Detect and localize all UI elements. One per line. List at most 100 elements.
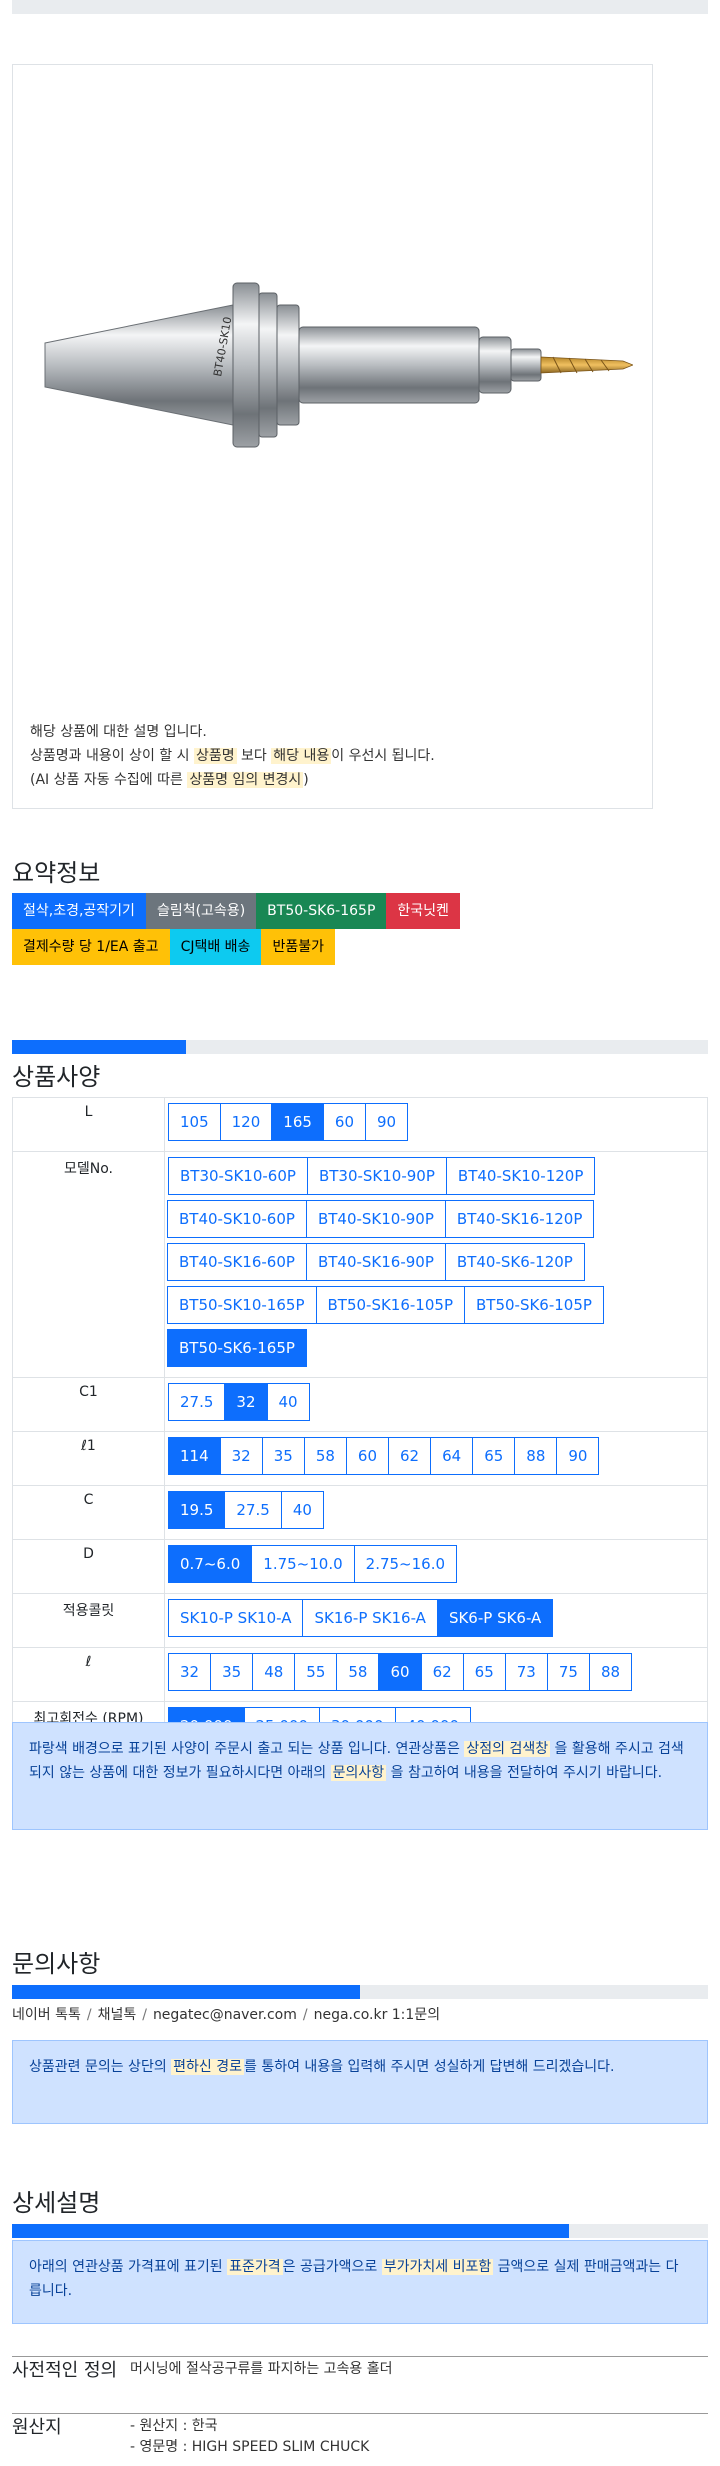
spec-option-button[interactable]: 40	[266, 1383, 310, 1421]
spec-option-group: 0.7~6.0 1.75~10.0 2.75~16.0	[168, 1545, 707, 1588]
spec-option-button[interactable]: 165	[271, 1103, 324, 1141]
spec-option-button[interactable]: 27.5	[168, 1383, 226, 1421]
spec-option-button[interactable]: 60	[322, 1103, 367, 1141]
spec-option-button[interactable]: 65	[472, 1437, 516, 1475]
spec-row-label: D	[12, 1539, 165, 1594]
spec-option-button[interactable]: 48	[252, 1653, 296, 1691]
spec-table: L 105 120 165 60 90 모델No. BT30-SK10-60P BT30-SK1…	[12, 1097, 708, 1756]
spec-option-button[interactable]: BT50-SK6-165P	[167, 1329, 307, 1367]
spec-option-button[interactable]: 19.5	[168, 1491, 226, 1529]
contact-channel-talk[interactable]: 채널톡	[98, 2007, 137, 2023]
spec-option-button[interactable]: 105	[168, 1103, 221, 1141]
origin-value: - 원산지 : 한국 - 영문명 : HIGH SPEED SLIM CHUCK	[130, 2418, 370, 2455]
detail-title: 상세설명	[12, 2189, 101, 2217]
spec-option-button[interactable]: 60	[345, 1437, 390, 1475]
spec-progress	[12, 1040, 708, 1054]
spec-row: D 0.7~6.0 1.75~10.0 2.75~16.0	[12, 1539, 708, 1594]
contact-site-inquiry[interactable]: nega.co.kr 1:1문의	[314, 2007, 440, 2023]
contact-naver-talk[interactable]: 네이버 톡톡	[12, 2007, 81, 2023]
badge-no-return: 반품불가	[261, 929, 335, 965]
spec-row: C1 27.5 32 40	[12, 1377, 708, 1432]
spec-option-button[interactable]: 40	[280, 1491, 324, 1529]
spec-option-group: 19.5 27.5 40	[168, 1491, 707, 1534]
spec-row: C 19.5 27.5 40	[12, 1485, 708, 1540]
spec-option-button[interactable]: BT40-SK16-90P	[305, 1243, 446, 1281]
summary-badges: 절삭,초경,공작기기 슬림척(고속용) BT50-SK6-165P 한국닛켄 결…	[12, 893, 552, 965]
spec-row: L 105 120 165 60 90	[12, 1097, 708, 1152]
badge-category: 절삭,초경,공작기기	[12, 893, 146, 929]
spec-option-button[interactable]: BT30-SK10-60P	[168, 1157, 308, 1195]
spec-option-button[interactable]: SK10-P SK10-A	[168, 1599, 304, 1637]
spec-option-button[interactable]: 88	[588, 1653, 633, 1691]
product-image-card: BT40-SK10 해당 상품에 대한 설명 입니다. 상품명과 내용이 상이 …	[12, 64, 653, 809]
badge-quantity: 결제수량 당 1/EA 출고	[12, 929, 170, 965]
spec-option-button[interactable]: BT40-SK10-120P	[445, 1157, 596, 1195]
spec-option-button[interactable]: 35	[261, 1437, 305, 1475]
definition-key: 사전적인 정의	[12, 2360, 118, 2381]
spec-option-button[interactable]: BT40-SK16-60P	[167, 1243, 307, 1281]
contact-breadcrumb: 네이버 톡톡 / 채널톡 / negatec@naver.com / nega.co.kr …	[12, 2007, 441, 2023]
inquiry-title: 문의사항	[12, 1950, 101, 1978]
summary-title: 요약정보	[12, 859, 101, 887]
spec-option-button[interactable]: 58	[303, 1437, 347, 1475]
product-image: BT40-SK10	[44, 282, 633, 448]
spec-option-button[interactable]: 88	[514, 1437, 558, 1475]
spec-option-button[interactable]: 58	[336, 1653, 380, 1691]
inquiry-notice: 상품관련 문의는 상단의 편하신 경로 를 통하여 내용을 입력해 주시면 성실하…	[12, 2040, 708, 2124]
spec-row-label: 적용콜릿	[12, 1593, 165, 1648]
spec-option-button[interactable]: 120	[219, 1103, 273, 1141]
spec-option-button[interactable]: 114	[168, 1437, 221, 1475]
spec-option-button[interactable]: BT30-SK10-90P	[306, 1157, 447, 1195]
inquiry-progress	[12, 1985, 708, 1999]
top-divider	[12, 0, 708, 14]
spec-option-button[interactable]: 90	[556, 1437, 600, 1475]
spec-option-button[interactable]: 64	[430, 1437, 474, 1475]
spec-option-button[interactable]: 2.75~16.0	[353, 1545, 458, 1583]
spec-option-group: 114 32 35 58 60 62 64 65 88 90	[168, 1437, 707, 1480]
spec-option-button[interactable]: 62	[420, 1653, 464, 1691]
spec-option-button[interactable]: 75	[546, 1653, 590, 1691]
spec-row: 모델No. BT30-SK10-60P BT30-SK10-90P BT40-SK10…	[12, 1151, 708, 1378]
spec-option-button[interactable]: 0.7~6.0	[168, 1545, 253, 1583]
origin-key: 원산지	[12, 2417, 62, 2438]
detail-progress	[12, 2224, 708, 2238]
spec-option-button[interactable]: BT50-SK6-105P	[464, 1286, 604, 1324]
contact-email[interactable]: negatec@naver.com	[153, 2007, 297, 2023]
spec-option-button[interactable]: 60	[378, 1653, 422, 1691]
spec-option-button[interactable]: 65	[462, 1653, 506, 1691]
spec-title: 상품사양	[12, 1063, 101, 1091]
spec-option-button[interactable]: SK16-P SK16-A	[302, 1599, 438, 1637]
spec-option-button[interactable]: BT50-SK16-105P	[315, 1286, 465, 1324]
spec-row: ℓ1 114 32 35 58 60 62 64 65 88 90	[12, 1431, 708, 1486]
spec-option-button[interactable]: 32	[224, 1383, 268, 1421]
spec-row-label: 모델No.	[12, 1151, 165, 1378]
spec-option-button[interactable]: BT40-SK16-120P	[444, 1200, 595, 1238]
spec-notice: 파랑색 배경으로 표기된 사양이 주문시 출고 되는 상품 입니다. 연관상품은…	[12, 1722, 708, 1830]
spec-row-label: C1	[12, 1377, 165, 1432]
spec-option-button[interactable]: 35	[210, 1653, 254, 1691]
spec-option-button[interactable]: BT50-SK10-165P	[167, 1286, 317, 1324]
spec-option-button[interactable]: 1.75~10.0	[251, 1545, 355, 1583]
image-description: 해당 상품에 대한 설명 입니다. 상품명과 내용이 상이 할 시 상품명 보다…	[30, 724, 435, 788]
spec-option-button[interactable]: 27.5	[224, 1491, 282, 1529]
spec-row-label: L	[12, 1097, 165, 1152]
spec-row-label: ℓ	[12, 1647, 165, 1702]
spec-option-button[interactable]: 73	[504, 1653, 548, 1691]
spec-option-button[interactable]: 62	[388, 1437, 432, 1475]
spec-option-button[interactable]: BT40-SK10-60P	[167, 1200, 307, 1238]
spec-option-group: 27.5 32 40	[168, 1383, 707, 1426]
spec-option-group: BT30-SK10-60P BT30-SK10-90P BT40-SK10-120P…	[167, 1157, 707, 1372]
definition-value: 머시닝에 절삭공구류를 파지하는 고속용 홀더	[130, 2361, 393, 2377]
detail-row-origin: 원산지 - 원산지 : 한국 - 영문명 : HIGH SPEED SLIM C…	[12, 2413, 708, 2466]
spec-option-button[interactable]: 55	[294, 1653, 338, 1691]
spec-option-button[interactable]: BT40-SK6-120P	[444, 1243, 585, 1281]
spec-option-button[interactable]: 90	[365, 1103, 409, 1141]
spec-row-label: C	[12, 1485, 165, 1540]
spec-option-button[interactable]: BT40-SK10-90P	[305, 1200, 446, 1238]
spec-option-button[interactable]: 32	[219, 1437, 263, 1475]
spec-option-button[interactable]: 32	[168, 1653, 212, 1691]
spec-option-group: 32 35 48 55 58 60 62 65 73 75 88	[168, 1653, 707, 1696]
spec-option-button[interactable]: SK6-P SK6-A	[436, 1599, 554, 1637]
spec-row: 적용콜릿 SK10-P SK10-A SK16-P SK16-A SK6-P SK6-…	[12, 1593, 708, 1648]
spec-option-group: 105 120 165 60 90	[168, 1103, 707, 1146]
